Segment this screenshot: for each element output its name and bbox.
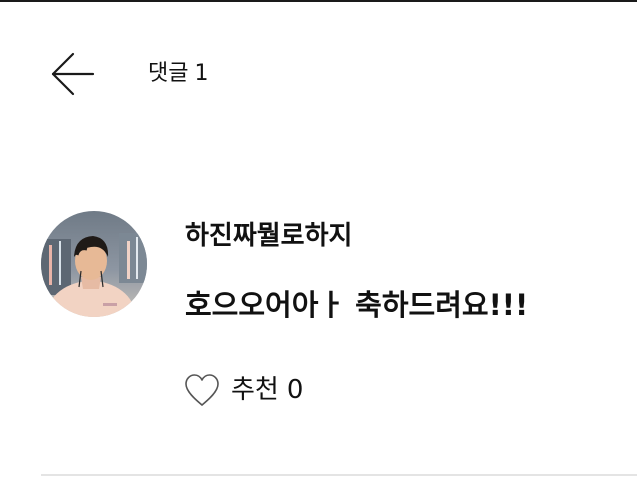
avatar-image (41, 211, 147, 317)
back-button[interactable] (48, 50, 98, 98)
comment-text: 호으오어아ㅏ 축하드려요!!! (185, 288, 529, 322)
like-label: 추천 0 (231, 372, 303, 408)
arrow-left-icon (51, 52, 95, 96)
page-title: 댓글 1 (148, 58, 208, 90)
like-count: 0 (286, 375, 304, 405)
like-text: 추천 (231, 375, 279, 405)
page-title-label: 댓글 (148, 61, 189, 86)
divider (41, 474, 637, 476)
avatar[interactable] (41, 211, 147, 317)
top-border (0, 0, 637, 2)
like-button[interactable]: 추천 0 (183, 368, 303, 412)
comment-count: 1 (194, 61, 209, 86)
heart-outline-icon (185, 374, 219, 406)
comment-username[interactable]: 하진짜뭘로하지 (185, 218, 352, 254)
